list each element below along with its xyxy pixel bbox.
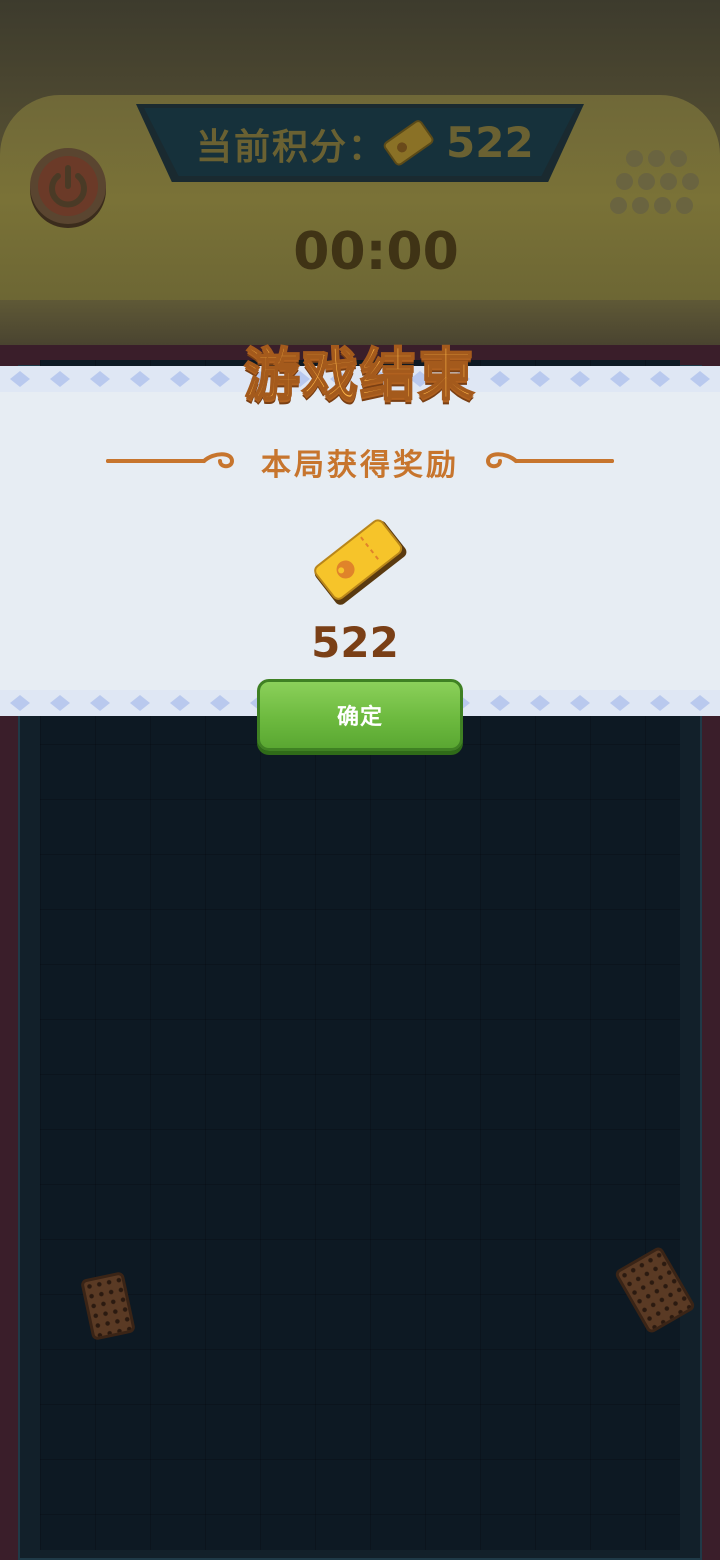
confirm-button-label: 确定: [336, 705, 383, 730]
score-label: 当前积分：: [196, 127, 387, 168]
dot-grid-icon[interactable]: [606, 150, 706, 220]
score-value: 522: [446, 118, 534, 167]
top-hud: 当前积分： 522 00:00: [0, 0, 720, 345]
game-screen: 当前积分： 522 00:00 游戏结束 本局获得奖励 522 确定: [0, 0, 720, 1560]
ticket-icon: [314, 519, 407, 605]
power-button[interactable]: [30, 148, 106, 224]
confirm-button[interactable]: 确定: [257, 679, 463, 751]
power-icon: [49, 165, 87, 208]
reward-value: 522: [311, 618, 399, 667]
ticket-icon: [383, 120, 434, 166]
decorative-swirl: [485, 452, 614, 469]
countdown-timer: 00:00: [293, 222, 459, 282]
modal-title: 游戏结束: [243, 342, 476, 409]
